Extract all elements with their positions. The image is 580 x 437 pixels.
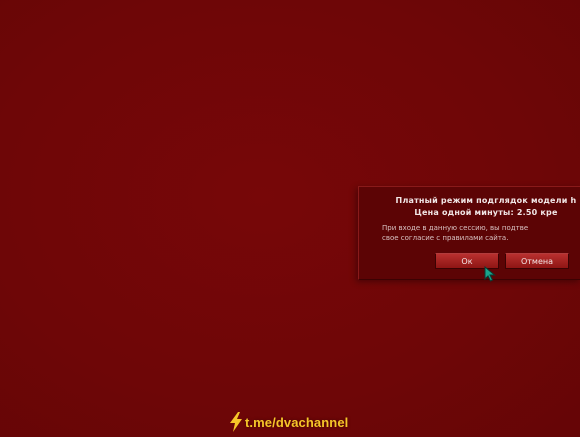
dialog-title: Платный режим подглядок модели h Цена од… <box>371 195 580 219</box>
dialog-message-line-2: свое согласие с правилами сайта. <box>382 234 509 242</box>
dialog-message-line-1: При входе в данную сессию, вы подтве <box>382 224 529 232</box>
dialog-message: При входе в данную сессию, вы подтве сво… <box>382 223 580 243</box>
watermark-text: t.me/dvachannel <box>245 414 349 430</box>
paid-spy-mode-dialog: Платный режим подглядок модели h Цена од… <box>358 186 580 280</box>
watermark: t.me/dvachannel <box>229 411 348 433</box>
mouse-cursor-icon <box>484 266 496 282</box>
lightning-bolt-icon <box>230 412 242 432</box>
dialog-title-line-1: Платный режим подглядок модели h <box>395 196 577 205</box>
dialog-title-line-2: Цена одной минуты: 2.50 кре <box>414 208 558 217</box>
cancel-button[interactable]: Отмена <box>505 253 569 269</box>
